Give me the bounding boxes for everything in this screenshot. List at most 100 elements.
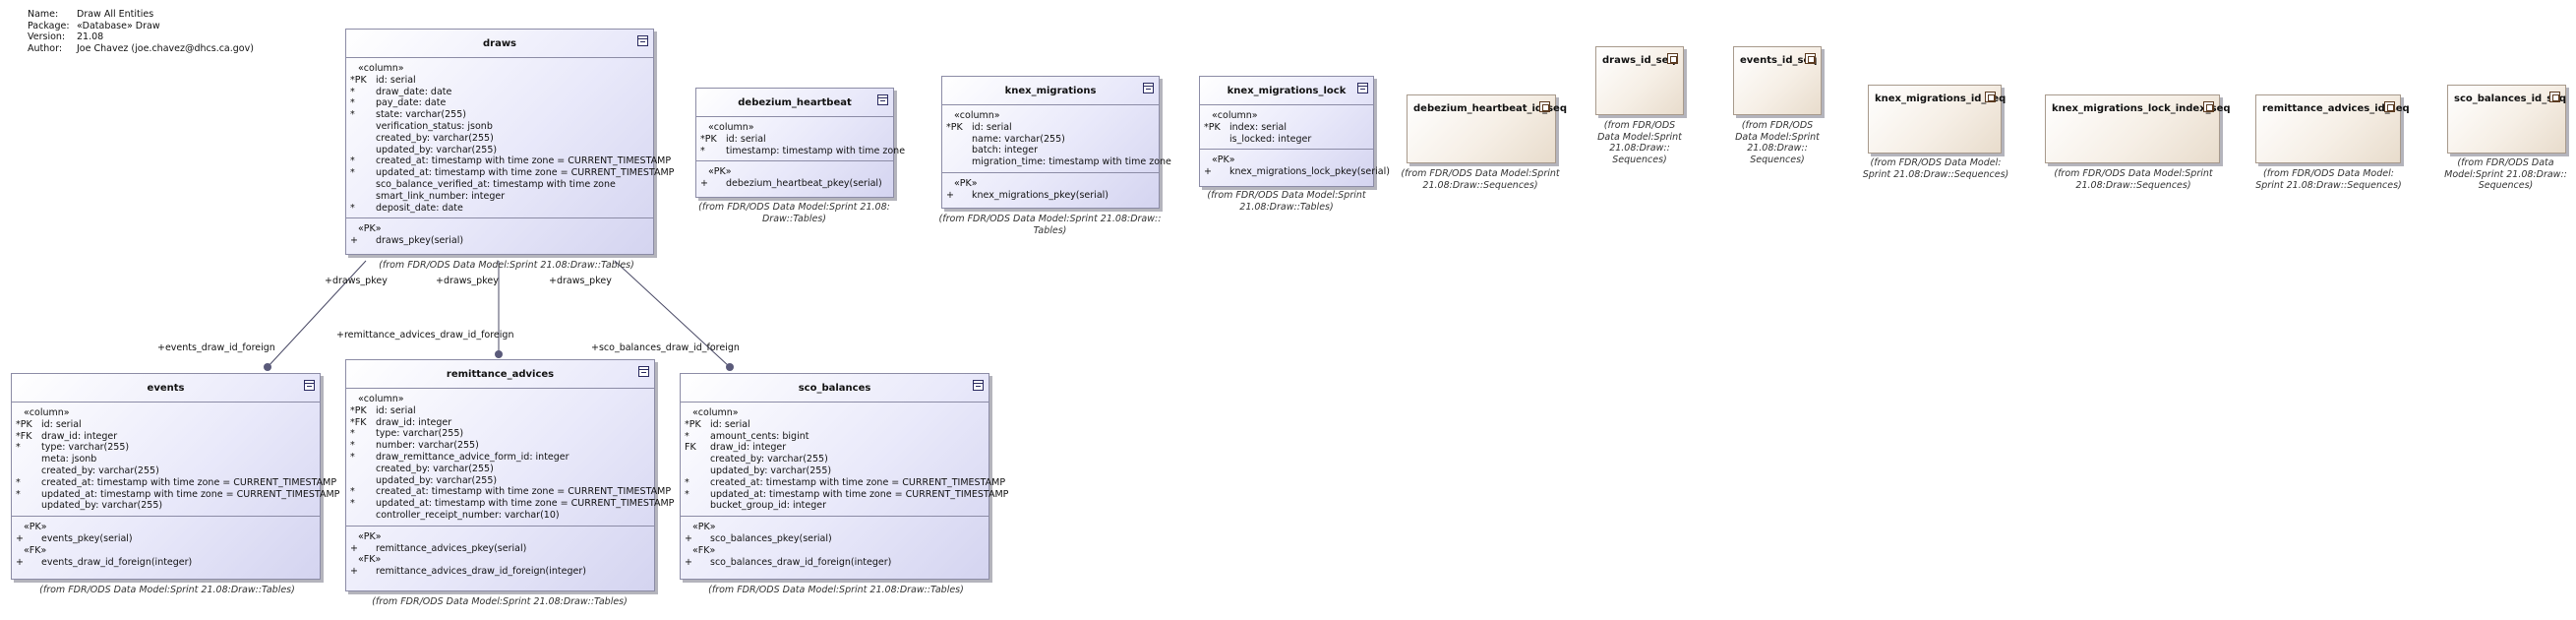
column-marker: * [350,440,355,452]
column-text: draw_remittance_advice_form_id: integer [376,451,569,463]
column-marker [350,191,376,203]
sequence-debezium-heartbeat-id-seq[interactable]: debezium_heartbeat_id_seq [1407,94,1567,163]
column-row: meta: jsonb [16,454,316,465]
sequence-title: knex_migrations_id_seq [1869,86,2006,108]
pk-marker: + [16,532,24,544]
column-row: created_by: varchar(255) [350,133,649,145]
column-marker: *PK [1204,121,1221,133]
column-row: * type: varchar(255) [350,428,650,440]
sequence-icon [1667,53,1678,64]
pk-section: «PK» + remittance_advices_pkey(serial) «F… [346,527,654,582]
pk-text: debezium_heartbeat_pkey(serial) [726,178,882,190]
column-text: updated_by: varchar(255) [41,500,163,512]
pk-section: «PK» + events_pkey(serial) «FK» + events_d… [12,517,320,572]
column-text: controller_receipt_number: varchar(10) [376,509,560,521]
column-row: migration_time: timestamp with time zone [946,156,1171,168]
column-row: *FK draw_id: integer [16,431,316,443]
column-row: * updated_at: timestamp with time zone = … [350,167,674,179]
fk-text: sco_balances_draw_id_foreign(integer) [710,556,892,568]
table-knex-migrations-lock[interactable]: knex_migrations_lock «column» *PK index: … [1199,76,1390,187]
column-text: created_at: timestamp with time zone = C… [376,155,672,167]
column-marker [946,145,972,156]
column-marker: * [350,498,355,510]
column-row: *PK index: serial [1204,122,1369,134]
column-row: updated_by: varchar(255) [685,465,985,477]
sequence-icon [2203,101,2214,112]
column-row: * updated_at: timestamp with time zone = … [685,489,1008,501]
column-stereotype: «column» [358,394,404,404]
column-text: updated_at: timestamp with time zone = C… [710,488,1009,500]
column-marker: * [350,486,355,498]
sequence-draws-id-seq[interactable]: draws_id_seq [1595,46,1684,115]
pk-marker: + [350,542,358,554]
table-title: debezium_heartbeat [696,89,893,117]
column-marker [350,121,376,133]
pk-marker: + [946,189,954,201]
column-text: id: serial [726,133,766,145]
table-icon [877,94,888,105]
column-text: created_at: timestamp with time zone = C… [710,476,1006,488]
column-marker [685,500,710,512]
column-marker [685,465,710,477]
pk-text: events_pkey(serial) [41,532,133,544]
table-remittance-advices[interactable]: remittance_advices «column» *PK id: seria… [345,359,674,591]
column-marker [350,464,376,475]
column-marker [350,133,376,145]
column-marker [16,454,41,465]
column-text: smart_link_number: integer [376,190,506,202]
column-marker: * [350,167,355,179]
sequence-icon [2549,92,2560,102]
column-text: created_at: timestamp with time zone = C… [41,476,337,488]
knex-migrations-id-seq-source-note: (from FDR/ODS Data Model: Sprint 21.08:D… [1862,157,2009,180]
column-row: * type: varchar(255) [16,442,316,454]
table-title: events [12,374,320,403]
column-text: created_by: varchar(255) [710,454,828,465]
column-marker: * [16,442,21,454]
column-marker [946,134,972,146]
table-icon [1357,83,1368,93]
columns-section: «column» *PK index: serial is_locked: int… [1200,105,1373,151]
column-row: * deposit_date: date [350,203,649,215]
pk-text: draws_pkey(serial) [376,235,464,247]
column-row: created_by: varchar(255) [350,464,650,475]
table-name: events [147,382,185,394]
table-draws[interactable]: draws «column» *PK id: serial * draw_date:… [345,29,674,255]
pk-section: «PK» + knex_migrations_pkey(serial) [942,173,1159,206]
table-debezium-heartbeat[interactable]: debezium_heartbeat «column» *PK id: seria… [695,88,905,198]
draws-source-note: (from FDR/ODS Data Model:Sprint 21.08:Dr… [379,260,634,271]
pk-marker: + [700,178,708,190]
table-name: remittance_advices [446,368,555,380]
column-marker: *PK [946,121,963,133]
column-marker [946,156,972,168]
table-name: draws [482,37,517,49]
sequence-sco-balances-id-seq[interactable]: sco_balances_id_seq [2447,85,2566,154]
column-stereotype: «column» [954,110,1000,121]
sequence-remittance-advices-id-seq[interactable]: remittance_advices_id_seq [2255,94,2410,163]
fk-text: events_draw_id_foreign(integer) [41,556,193,568]
column-row: created_by: varchar(255) [16,465,316,477]
remittance-advices-source-note: (from FDR/ODS Data Model:Sprint 21.08:Dr… [372,596,628,607]
column-text: id: serial [710,418,750,430]
table-knex-migrations[interactable]: knex_migrations «column» *PK id: serial n… [941,76,1171,209]
column-text: bucket_group_id: integer [710,500,826,512]
pk-row: + knex_migrations_lock_pkey(serial) [1204,166,1390,178]
sequence-knex-migrations-lock-index-seq[interactable]: knex_migrations_lock_index_seq [2045,94,2231,163]
sequence-events-id-seq[interactable]: events_id_seq [1733,46,1822,115]
table-name: sco_balances [798,382,871,394]
pk-stereotype: «PK» [692,522,716,533]
table-sco-balances[interactable]: sco_balances «column» *PK id: serial * amo… [680,373,1008,580]
table-title: knex_migrations [942,77,1159,105]
column-marker: * [685,430,689,442]
draws-id-seq-source-note: (from FDR/ODS Data Model:Sprint 21.08:Dr… [1597,120,1682,165]
column-marker: * [350,97,355,109]
link-label-remittance-draw-id-foreign: +remittance_advices_draw_id_foreign [336,330,514,341]
column-marker [350,475,376,487]
column-row: * created_at: timestamp with time zone = … [685,477,1005,489]
sequence-knex-migrations-id-seq[interactable]: knex_migrations_id_seq [1868,85,2006,154]
column-text: updated_at: timestamp with time zone = C… [376,167,675,179]
column-row: updated_by: varchar(255) [350,475,650,487]
table-name: debezium_heartbeat [738,96,852,108]
table-events[interactable]: events «column» *PK id: serial *FK draw_id… [11,373,339,580]
column-text: pay_date: date [376,97,447,109]
fk-marker: + [350,566,358,578]
